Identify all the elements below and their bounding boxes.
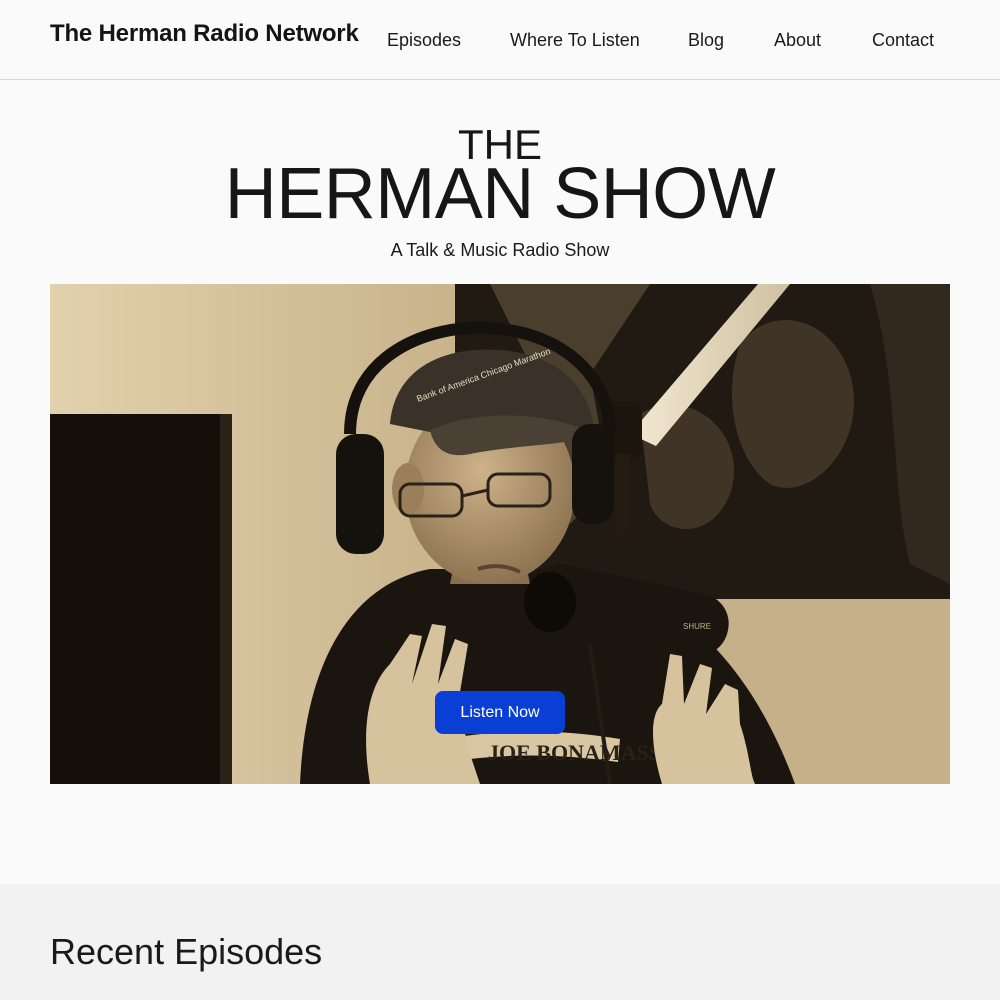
hero-subtitle: A Talk & Music Radio Show — [390, 240, 610, 260]
listen-now-button[interactable]: Listen Now — [435, 691, 565, 734]
main-nav: Episodes Where To Listen Blog About Cont… — [0, 30, 1000, 54]
mic-brand-text: SHURE — [683, 622, 711, 631]
site-header: The Herman Radio Network Episodes Where … — [0, 0, 1000, 80]
nav-contact[interactable]: Contact — [872, 30, 934, 51]
hero-title-large: HERMAN SHOW — [224, 154, 776, 234]
shirt-text: JOE BONAMASSA — [488, 740, 677, 765]
nav-episodes[interactable]: Episodes — [387, 30, 461, 51]
nav-where-to-listen[interactable]: Where To Listen — [510, 30, 640, 51]
recent-episodes-heading: Recent Episodes — [50, 931, 323, 972]
nav-blog[interactable]: Blog — [688, 30, 724, 51]
recent-episodes-section: Recent Episodes — [0, 884, 1000, 1000]
nav-about[interactable]: About — [774, 30, 821, 51]
